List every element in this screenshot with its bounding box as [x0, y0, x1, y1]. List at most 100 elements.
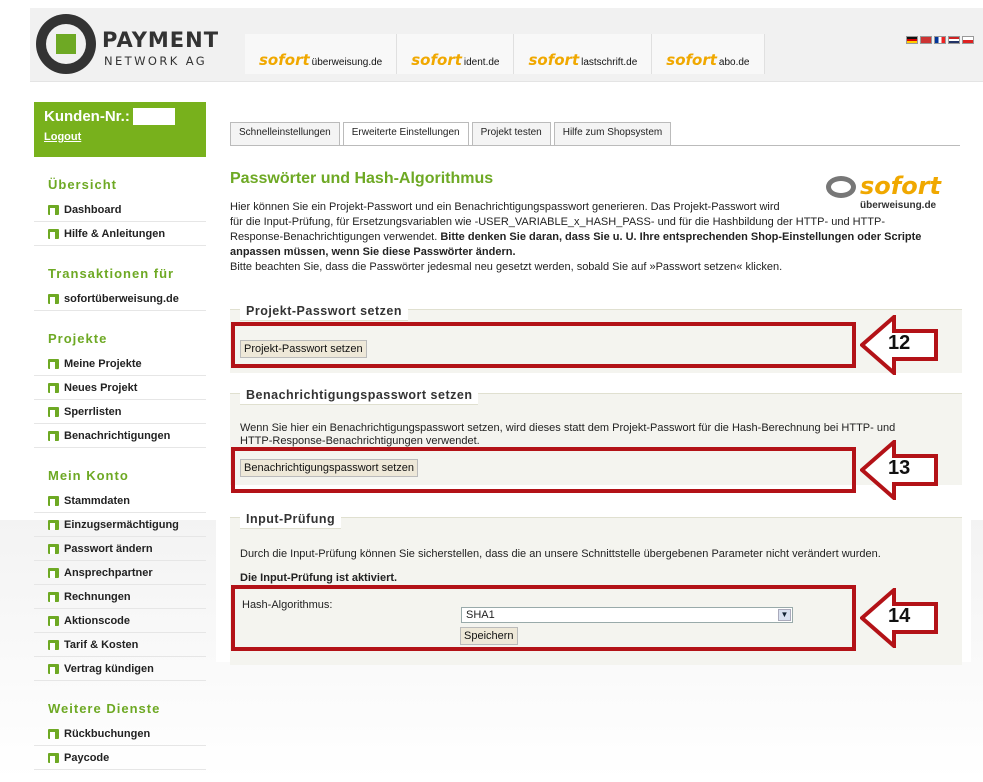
flag-pl-icon[interactable] — [962, 36, 974, 44]
sidebar-item-label: Passwort ändern — [64, 542, 153, 555]
logout-link[interactable]: Logout — [44, 131, 196, 143]
bullet-icon — [48, 358, 59, 369]
bullet-icon — [48, 567, 59, 578]
sidebar-item-label: Meine Projekte — [64, 357, 142, 370]
bullet-icon — [48, 543, 59, 554]
nav-sofortueberweisung[interactable]: sofort überweisung.de — [245, 34, 398, 74]
sidebar-item[interactable]: Neues Projekt — [34, 376, 206, 400]
bullet-icon — [48, 752, 59, 763]
sidebar-section-title: Weitere Dienste — [48, 701, 161, 716]
logo-mark-icon — [36, 14, 96, 74]
intro-line: Hier können Sie ein Projekt-Passwort und… — [230, 201, 780, 213]
bullet-icon — [48, 204, 59, 215]
nav-sofortlastschrift[interactable]: sofort lastschrift.de — [514, 34, 653, 74]
sidebar-item[interactable]: Meine Projekte — [34, 352, 206, 376]
callout-box-12 — [231, 322, 856, 368]
bullet-icon — [48, 728, 59, 739]
bullet-icon — [48, 406, 59, 417]
page-title: Passwörter und Hash-Algorithmus — [230, 170, 494, 187]
nav-domain: lastschrift.de — [581, 57, 638, 68]
sidebar-item[interactable]: Passwort ändern — [34, 537, 206, 561]
main-content: Schnelleinstellungen Erweiterte Einstell… — [216, 102, 971, 665]
customer-number-mask — [132, 108, 175, 125]
bullet-icon — [48, 495, 59, 506]
bullet-icon — [48, 430, 59, 441]
sidebar-item-label: sofortüberweisung.de — [64, 292, 179, 305]
tab-shop-help[interactable]: Hilfe zum Shopsystem — [553, 122, 672, 145]
nav-domain: ident.de — [463, 57, 500, 68]
customer-box: Kunden-Nr.: Logout — [34, 102, 206, 157]
bullet-icon — [48, 293, 59, 304]
sidebar-section-title: Transaktionen für — [48, 266, 175, 281]
payment-network-logo[interactable]: PAYMENT NETWORK AG — [36, 14, 220, 76]
bullet-icon — [48, 591, 59, 602]
sidebar-item-label: Ansprechpartner — [64, 566, 153, 579]
sidebar-item-label: Vertrag kündigen — [64, 662, 154, 675]
flag-fr-icon[interactable] — [934, 36, 946, 44]
settings-tabs: Schnelleinstellungen Erweiterte Einstell… — [230, 122, 672, 146]
flag-gb-icon[interactable] — [920, 36, 932, 44]
sidebar-item-label: Tarif & Kosten — [64, 638, 139, 651]
sidebar-item[interactable]: Benachrichtigungen — [34, 424, 206, 448]
bullet-icon — [48, 615, 59, 626]
sidebar-item-label: Hilfe & Anleitungen — [64, 227, 166, 240]
notification-description: Wenn Sie hier ein Benachrichtigungspassw… — [240, 422, 960, 448]
sidebar-item-label: Aktionscode — [64, 614, 131, 627]
logo-sub-text: NETWORK AG — [104, 54, 208, 68]
customer-label: Kunden-Nr.: — [44, 108, 130, 125]
callout-arrow-13: 13 — [858, 437, 940, 503]
callout-arrow-12: 12 — [858, 312, 940, 378]
sidebar-item[interactable]: Rückbuchungen — [34, 722, 206, 746]
bullet-icon — [48, 382, 59, 393]
sidebar-item[interactable]: sofortüberweisung.de — [34, 287, 206, 311]
flag-de-icon[interactable] — [906, 36, 918, 44]
sidebar-item-label: Paycode — [64, 751, 110, 764]
sidebar: Kunden-Nr.: Logout Übersicht Dashboard Hil… — [34, 102, 206, 770]
sidebar-item[interactable]: Vertrag kündigen — [34, 657, 206, 681]
logo-main-text: PAYMENT — [102, 28, 220, 52]
tab-test-project[interactable]: Projekt testen — [471, 122, 551, 145]
intro-line: anpassen müssen, wenn Sie diese Passwört… — [230, 245, 955, 260]
callout-box-13 — [231, 447, 856, 493]
callout-arrow-14: 14 — [858, 585, 940, 651]
sidebar-item[interactable]: Einzugsermächtigung — [34, 513, 206, 537]
section-legend: Benachrichtigungspasswort setzen — [240, 385, 479, 405]
intro-warning: Bitte denken Sie daran, dass Sie u. U. I… — [440, 231, 922, 243]
input-check-description: Durch die Input-Prüfung können Sie siche… — [240, 548, 881, 560]
tab-quick-settings[interactable]: Schnelleinstellungen — [230, 122, 340, 145]
sidebar-sections: Übersicht Dashboard Hilfe & Anleitungen Tra… — [34, 177, 206, 770]
sidebar-item[interactable]: Sperrlisten — [34, 400, 206, 424]
sidebar-item-label: Benachrichtigungen — [64, 429, 171, 442]
product-nav: sofort überweisung.de sofort ident.de sofo… — [245, 34, 765, 74]
sidebar-item-label: Rechnungen — [64, 590, 131, 603]
nav-sofortident[interactable]: sofort ident.de — [397, 34, 515, 74]
sidebar-item[interactable]: Stammdaten — [34, 489, 206, 513]
nav-sofortabo[interactable]: sofort abo.de — [652, 34, 765, 74]
section-legend: Input-Prüfung — [240, 509, 342, 529]
nav-brand: sofort — [259, 51, 310, 69]
nav-brand: sofort — [666, 51, 717, 69]
nav-domain: abo.de — [718, 57, 750, 68]
sidebar-item-label: Stammdaten — [64, 494, 131, 507]
input-check-status: Die Input-Prüfung ist aktiviert. — [240, 572, 398, 584]
sidebar-item-label: Rückbuchungen — [64, 727, 151, 740]
tab-advanced-settings[interactable]: Erweiterte Einstellungen — [342, 122, 469, 146]
sidebar-item[interactable]: Paycode — [34, 746, 206, 770]
sidebar-item-label: Dashboard — [64, 203, 122, 216]
sidebar-item[interactable]: Tarif & Kosten — [34, 633, 206, 657]
sidebar-item[interactable]: Aktionscode — [34, 609, 206, 633]
sidebar-item[interactable]: Ansprechpartner — [34, 561, 206, 585]
sidebar-item[interactable]: Dashboard — [34, 198, 206, 222]
flag-nl-icon[interactable] — [948, 36, 960, 44]
nav-brand: sofort — [411, 51, 462, 69]
language-flags — [906, 36, 974, 44]
sidebar-item[interactable]: Rechnungen — [34, 585, 206, 609]
sofort-logo-word: sofort — [860, 172, 942, 200]
sidebar-item-label: Einzugsermächtigung — [64, 518, 179, 531]
callout-number: 14 — [888, 605, 911, 627]
description-line: Wenn Sie hier ein Benachrichtigungspassw… — [240, 422, 896, 434]
bullet-icon — [48, 228, 59, 239]
intro-line: für die Input-Prüfung, für Ersetzungsvar… — [230, 216, 885, 228]
sidebar-item[interactable]: Hilfe & Anleitungen — [34, 222, 206, 246]
bullet-icon — [48, 519, 59, 530]
